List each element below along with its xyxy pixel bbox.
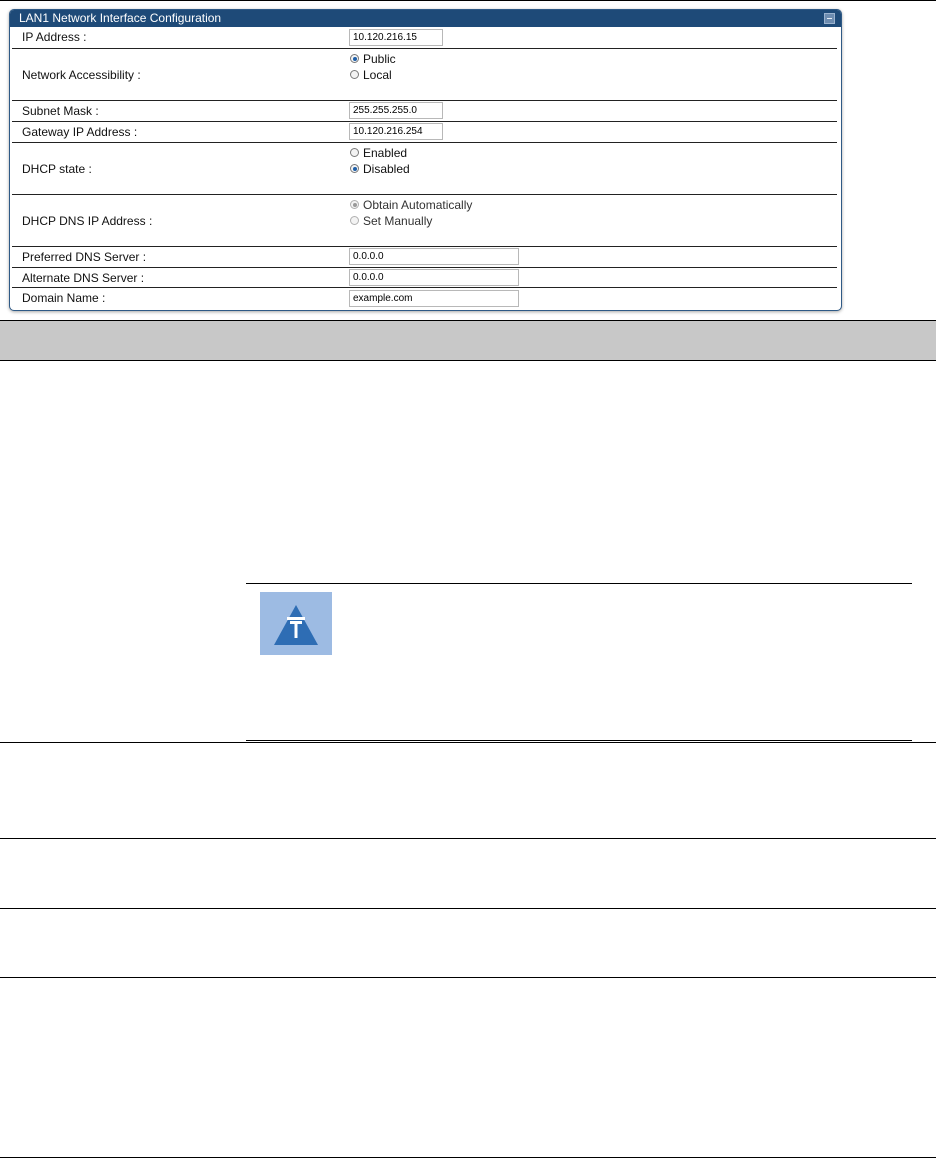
radio-unchecked-icon	[350, 70, 359, 79]
note-icon	[260, 592, 332, 655]
lan1-config-panel: LAN1 Network Interface Configuration IP …	[9, 9, 842, 311]
table-row-divider	[0, 1157, 936, 1158]
alternate-dns-input[interactable]	[349, 269, 519, 286]
preferred-dns-row: Preferred DNS Server :	[12, 247, 837, 268]
top-rule	[0, 0, 936, 1]
radio-public-label: Public	[363, 52, 396, 66]
table-row-divider	[0, 977, 936, 978]
ip-address-input[interactable]	[349, 29, 443, 46]
gateway-ip-input[interactable]	[349, 123, 443, 140]
table-row-divider	[0, 838, 936, 839]
dhcp-state-label: DHCP state :	[22, 162, 92, 176]
panel-header: LAN1 Network Interface Configuration	[10, 10, 841, 27]
radio-set-manually[interactable]: Set Manually	[349, 213, 472, 229]
dhcp-dns-row: DHCP DNS IP Address : Obtain Automatical…	[12, 195, 837, 247]
subnet-mask-input[interactable]	[349, 102, 443, 119]
radio-checked-icon	[350, 164, 359, 173]
dhcp-dns-radio-group: Obtain Automatically Set Manually	[349, 197, 472, 229]
network-accessibility-row: Network Accessibility : Public Local	[12, 49, 837, 101]
alternate-dns-row: Alternate DNS Server :	[12, 268, 837, 288]
radio-checked-icon	[350, 54, 359, 63]
table-row-divider	[0, 908, 936, 909]
dhcp-state-row: DHCP state : Enabled Disabled	[12, 143, 837, 195]
table-row-divider	[0, 742, 936, 743]
radio-obtain-automatically-label: Obtain Automatically	[363, 198, 473, 212]
ip-address-row: IP Address :	[12, 27, 837, 49]
network-accessibility-label: Network Accessibility :	[22, 68, 141, 82]
dhcp-state-radio-group: Enabled Disabled	[349, 145, 410, 177]
subnet-mask-label: Subnet Mask :	[22, 104, 99, 118]
radio-obtain-automatically[interactable]: Obtain Automatically	[349, 197, 472, 213]
radio-enabled[interactable]: Enabled	[349, 145, 410, 161]
ip-address-label: IP Address :	[22, 30, 87, 44]
radio-checked-icon	[350, 200, 359, 209]
radio-enabled-label: Enabled	[363, 146, 408, 160]
preferred-dns-input[interactable]	[349, 248, 519, 265]
domain-name-row: Domain Name :	[12, 288, 837, 309]
radio-unchecked-icon	[350, 148, 359, 157]
radio-unchecked-icon	[350, 216, 359, 225]
radio-disabled-label: Disabled	[363, 162, 410, 176]
radio-disabled[interactable]: Disabled	[349, 161, 410, 177]
dhcp-dns-label: DHCP DNS IP Address :	[22, 214, 153, 228]
radio-local-label: Local	[363, 68, 392, 82]
table-header	[0, 320, 936, 361]
subnet-mask-row: Subnet Mask :	[12, 101, 837, 122]
domain-name-input[interactable]	[349, 290, 519, 307]
gateway-ip-label: Gateway IP Address :	[22, 125, 138, 139]
note-bottom-rule	[246, 740, 912, 741]
radio-public[interactable]: Public	[349, 51, 396, 67]
preferred-dns-label: Preferred DNS Server :	[22, 250, 147, 264]
network-accessibility-radio-group: Public Local	[349, 51, 396, 83]
radio-local[interactable]: Local	[349, 67, 396, 83]
collapse-icon[interactable]	[824, 13, 835, 24]
panel-title: LAN1 Network Interface Configuration	[19, 11, 222, 25]
gateway-ip-row: Gateway IP Address :	[12, 122, 837, 143]
radio-set-manually-label: Set Manually	[363, 214, 433, 228]
alternate-dns-label: Alternate DNS Server :	[22, 271, 145, 285]
note-top-rule	[246, 583, 912, 584]
domain-name-label: Domain Name :	[22, 291, 106, 305]
